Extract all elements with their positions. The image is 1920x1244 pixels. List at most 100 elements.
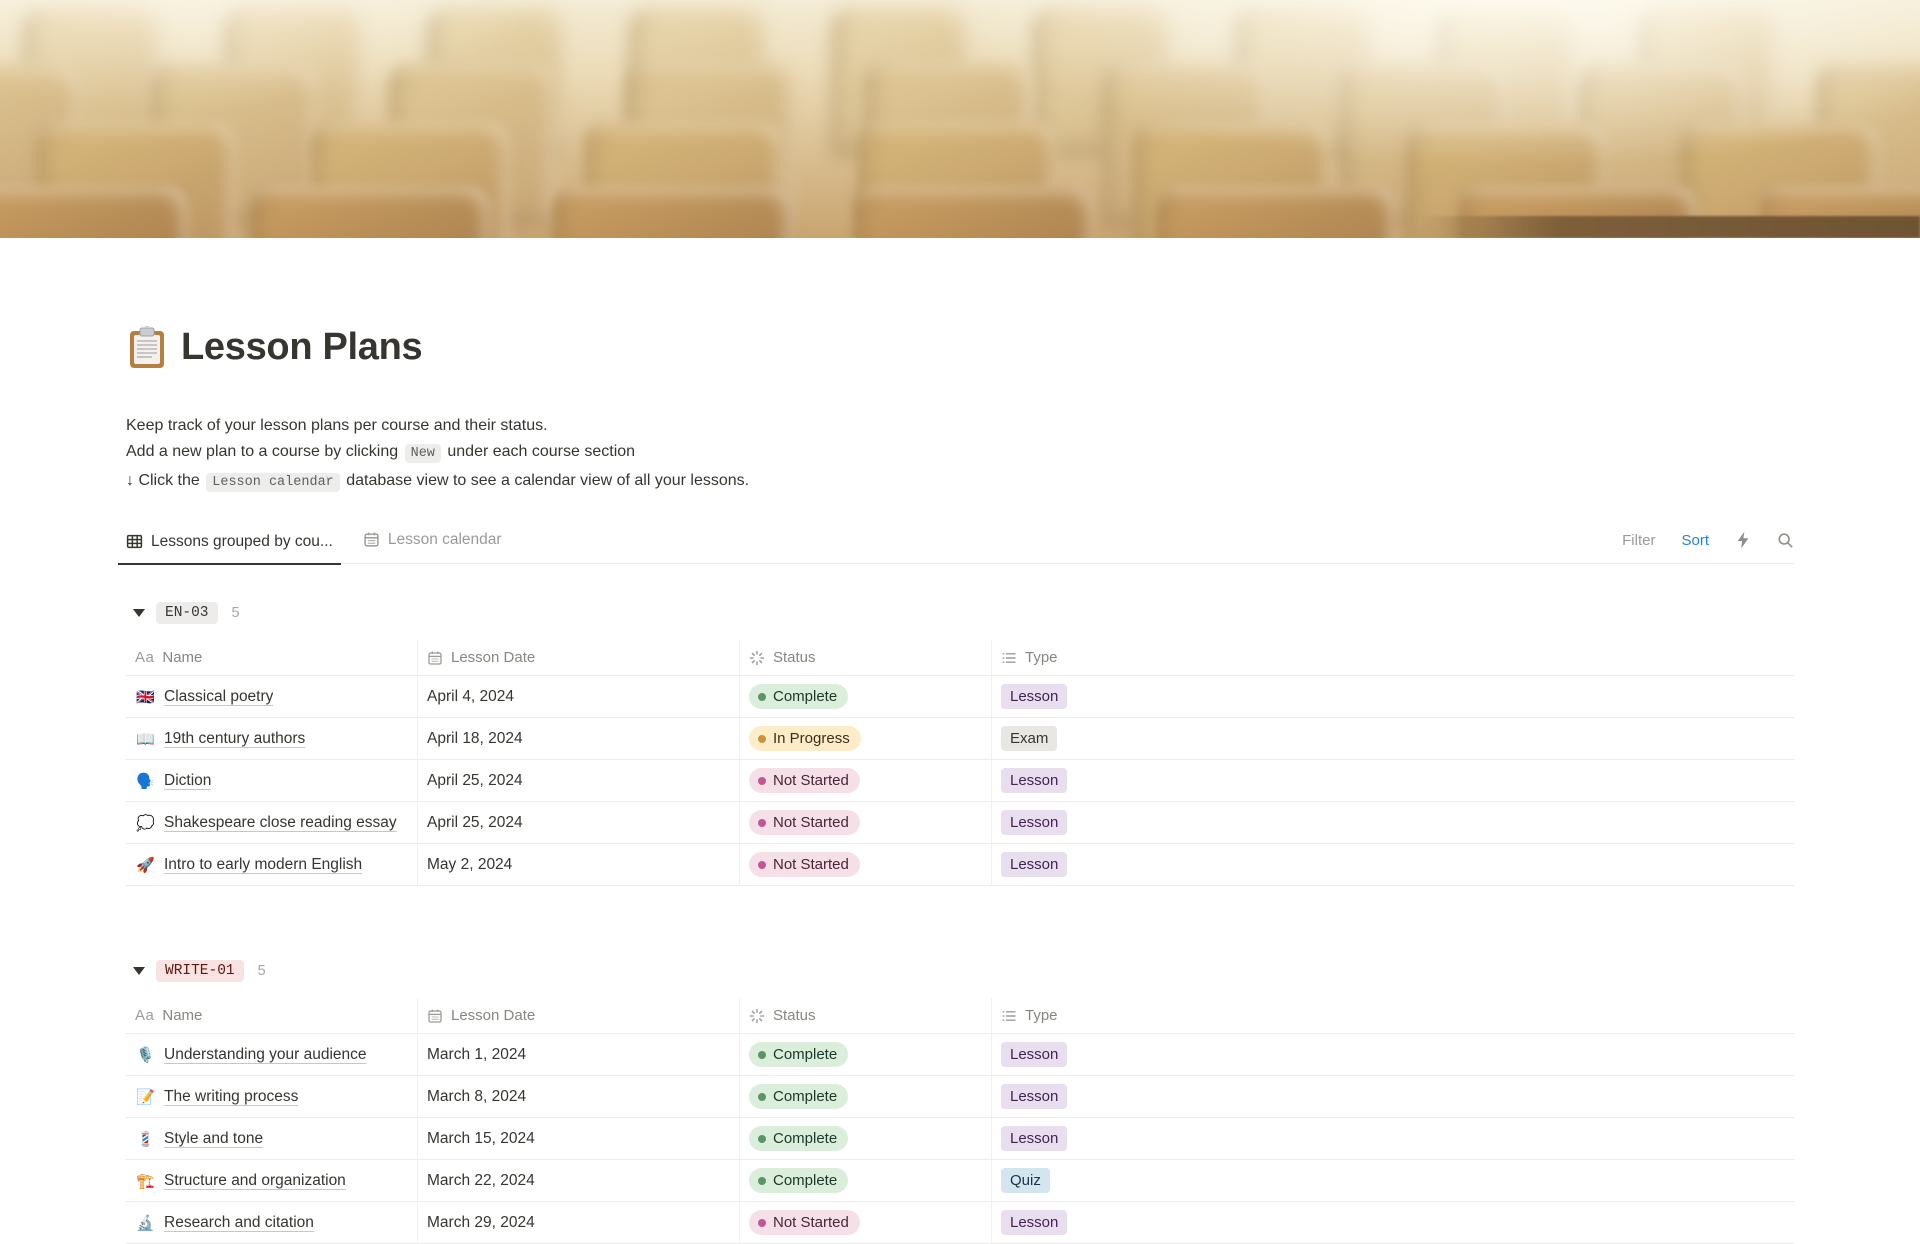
row-name-link[interactable]: Classical poetry — [164, 688, 273, 706]
lesson-date-cell[interactable]: March 8, 2024 — [418, 1076, 740, 1117]
name-cell[interactable]: 🚀 Intro to early modern English — [126, 844, 418, 885]
column-header-lesson-date[interactable]: Lesson Date — [418, 640, 740, 675]
row-name-link[interactable]: Research and citation — [164, 1214, 314, 1232]
lesson-date-cell[interactable]: May 2, 2024 — [418, 844, 740, 885]
type-cell[interactable]: Lesson — [992, 1202, 1794, 1243]
name-cell[interactable]: 📝 The writing process — [126, 1076, 418, 1117]
filter-button[interactable]: Filter — [1622, 532, 1655, 549]
type-pill[interactable]: Lesson — [1001, 1126, 1068, 1151]
lightning-button[interactable] — [1735, 531, 1751, 549]
status-cell[interactable]: Not Started — [740, 802, 992, 843]
status-pill[interactable]: Not Started — [749, 768, 860, 793]
status-pill[interactable]: Complete — [749, 1084, 849, 1109]
table-row[interactable]: 🇬🇧 Classical poetry April 4, 2024 Comple… — [126, 676, 1794, 718]
table-row[interactable]: 📝 The writing process March 8, 2024 Comp… — [126, 1076, 1794, 1118]
row-name-link[interactable]: Diction — [164, 772, 211, 790]
name-cell[interactable]: 💈 Style and tone — [126, 1118, 418, 1159]
status-cell[interactable]: Complete — [740, 1160, 992, 1201]
name-cell[interactable]: 🎙️ Understanding your audience — [126, 1034, 418, 1075]
name-cell[interactable]: 🗣️ Diction — [126, 760, 418, 801]
row-name-link[interactable]: Shakespeare close reading essay — [164, 814, 397, 832]
group-toggle-button[interactable] — [126, 600, 152, 626]
status-pill[interactable]: Not Started — [749, 1210, 860, 1235]
column-header-type[interactable]: Type — [992, 998, 1794, 1033]
page-description[interactable]: Keep track of your lesson plans per cour… — [126, 413, 1794, 497]
type-pill[interactable]: Lesson — [1001, 1042, 1068, 1067]
type-cell[interactable]: Lesson — [992, 844, 1794, 885]
status-pill[interactable]: In Progress — [749, 726, 861, 751]
lesson-date-cell[interactable]: March 1, 2024 — [418, 1034, 740, 1075]
group-tag[interactable]: WRITE-01 — [156, 960, 244, 982]
table-row[interactable]: 🎙️ Understanding your audience March 1, … — [126, 1034, 1794, 1076]
lesson-date-cell[interactable]: April 25, 2024 — [418, 760, 740, 801]
lesson-date-cell[interactable]: April 18, 2024 — [418, 718, 740, 759]
type-pill[interactable]: Quiz — [1001, 1168, 1050, 1193]
type-pill[interactable]: Lesson — [1001, 810, 1068, 835]
description-line[interactable]: Keep track of your lesson plans per cour… — [126, 413, 1794, 440]
table-row[interactable]: 💈 Style and tone March 15, 2024 Complete… — [126, 1118, 1794, 1160]
status-cell[interactable]: Not Started — [740, 844, 992, 885]
tab-lessons-grouped-by-course[interactable]: Lessons grouped by cou... — [118, 533, 341, 565]
type-pill[interactable]: Lesson — [1001, 684, 1068, 709]
status-cell[interactable]: Complete — [740, 676, 992, 717]
column-header-status[interactable]: Status — [740, 998, 992, 1033]
type-pill[interactable]: Lesson — [1001, 1210, 1068, 1235]
table-row[interactable]: 💭 Shakespeare close reading essay April … — [126, 802, 1794, 844]
status-pill[interactable]: Not Started — [749, 852, 860, 877]
name-cell[interactable]: 🇬🇧 Classical poetry — [126, 676, 418, 717]
lesson-date-cell[interactable]: April 25, 2024 — [418, 802, 740, 843]
column-header-lesson-date[interactable]: Lesson Date — [418, 998, 740, 1033]
sort-button[interactable]: Sort — [1681, 532, 1709, 549]
type-cell[interactable]: Lesson — [992, 1034, 1794, 1075]
status-pill[interactable]: Not Started — [749, 810, 860, 835]
type-pill[interactable]: Exam — [1001, 726, 1058, 751]
tab-lesson-calendar[interactable]: Lesson calendar — [355, 531, 510, 564]
status-pill[interactable]: Complete — [749, 1042, 849, 1067]
status-pill[interactable]: Complete — [749, 684, 849, 709]
status-cell[interactable]: Not Started — [740, 1202, 992, 1243]
lesson-date-cell[interactable]: March 15, 2024 — [418, 1118, 740, 1159]
status-cell[interactable]: In Progress — [740, 718, 992, 759]
lesson-date-cell[interactable]: April 4, 2024 — [418, 676, 740, 717]
status-cell[interactable]: Complete — [740, 1076, 992, 1117]
table-row[interactable]: 🚀 Intro to early modern English May 2, 2… — [126, 844, 1794, 886]
type-pill[interactable]: Lesson — [1001, 852, 1068, 877]
type-cell[interactable]: Quiz — [992, 1160, 1794, 1201]
status-cell[interactable]: Complete — [740, 1034, 992, 1075]
table-row[interactable]: 📖 19th century authors April 18, 2024 In… — [126, 718, 1794, 760]
status-cell[interactable]: Complete — [740, 1118, 992, 1159]
name-cell[interactable]: 📖 19th century authors — [126, 718, 418, 759]
row-name-link[interactable]: Style and tone — [164, 1130, 263, 1148]
page-title[interactable]: Lesson Plans — [181, 325, 423, 371]
column-header-name[interactable]: Aa Name — [126, 640, 418, 675]
type-cell[interactable]: Lesson — [992, 1076, 1794, 1117]
description-line[interactable]: Add a new plan to a course by clicking N… — [126, 439, 1794, 468]
type-pill[interactable]: Lesson — [1001, 1084, 1068, 1109]
row-name-link[interactable]: Understanding your audience — [164, 1046, 367, 1064]
table-row[interactable]: 🏗️ Structure and organization March 22, … — [126, 1160, 1794, 1202]
status-cell[interactable]: Not Started — [740, 760, 992, 801]
group-toggle-button[interactable] — [126, 958, 152, 984]
group-tag[interactable]: EN-03 — [156, 602, 218, 624]
type-cell[interactable]: Exam — [992, 718, 1794, 759]
name-cell[interactable]: 🔬 Research and citation — [126, 1202, 418, 1243]
column-header-name[interactable]: Aa Name — [126, 998, 418, 1033]
lesson-date-cell[interactable]: March 22, 2024 — [418, 1160, 740, 1201]
column-header-type[interactable]: Type — [992, 640, 1794, 675]
table-row[interactable]: 🗣️ Diction April 25, 2024 Not Started Le… — [126, 760, 1794, 802]
name-cell[interactable]: 🏗️ Structure and organization — [126, 1160, 418, 1201]
status-pill[interactable]: Complete — [749, 1126, 849, 1151]
type-cell[interactable]: Lesson — [992, 760, 1794, 801]
name-cell[interactable]: 💭 Shakespeare close reading essay — [126, 802, 418, 843]
row-name-link[interactable]: 19th century authors — [164, 730, 305, 748]
lesson-date-cell[interactable]: March 29, 2024 — [418, 1202, 740, 1243]
search-button[interactable] — [1777, 532, 1794, 549]
type-cell[interactable]: Lesson — [992, 676, 1794, 717]
type-cell[interactable]: Lesson — [992, 1118, 1794, 1159]
row-name-link[interactable]: Structure and organization — [164, 1172, 346, 1190]
description-line[interactable]: ↓ Click the Lesson calendar database vie… — [126, 468, 1794, 497]
type-pill[interactable]: Lesson — [1001, 768, 1068, 793]
status-pill[interactable]: Complete — [749, 1168, 849, 1193]
column-header-status[interactable]: Status — [740, 640, 992, 675]
table-row[interactable]: 🔬 Research and citation March 29, 2024 N… — [126, 1202, 1794, 1244]
